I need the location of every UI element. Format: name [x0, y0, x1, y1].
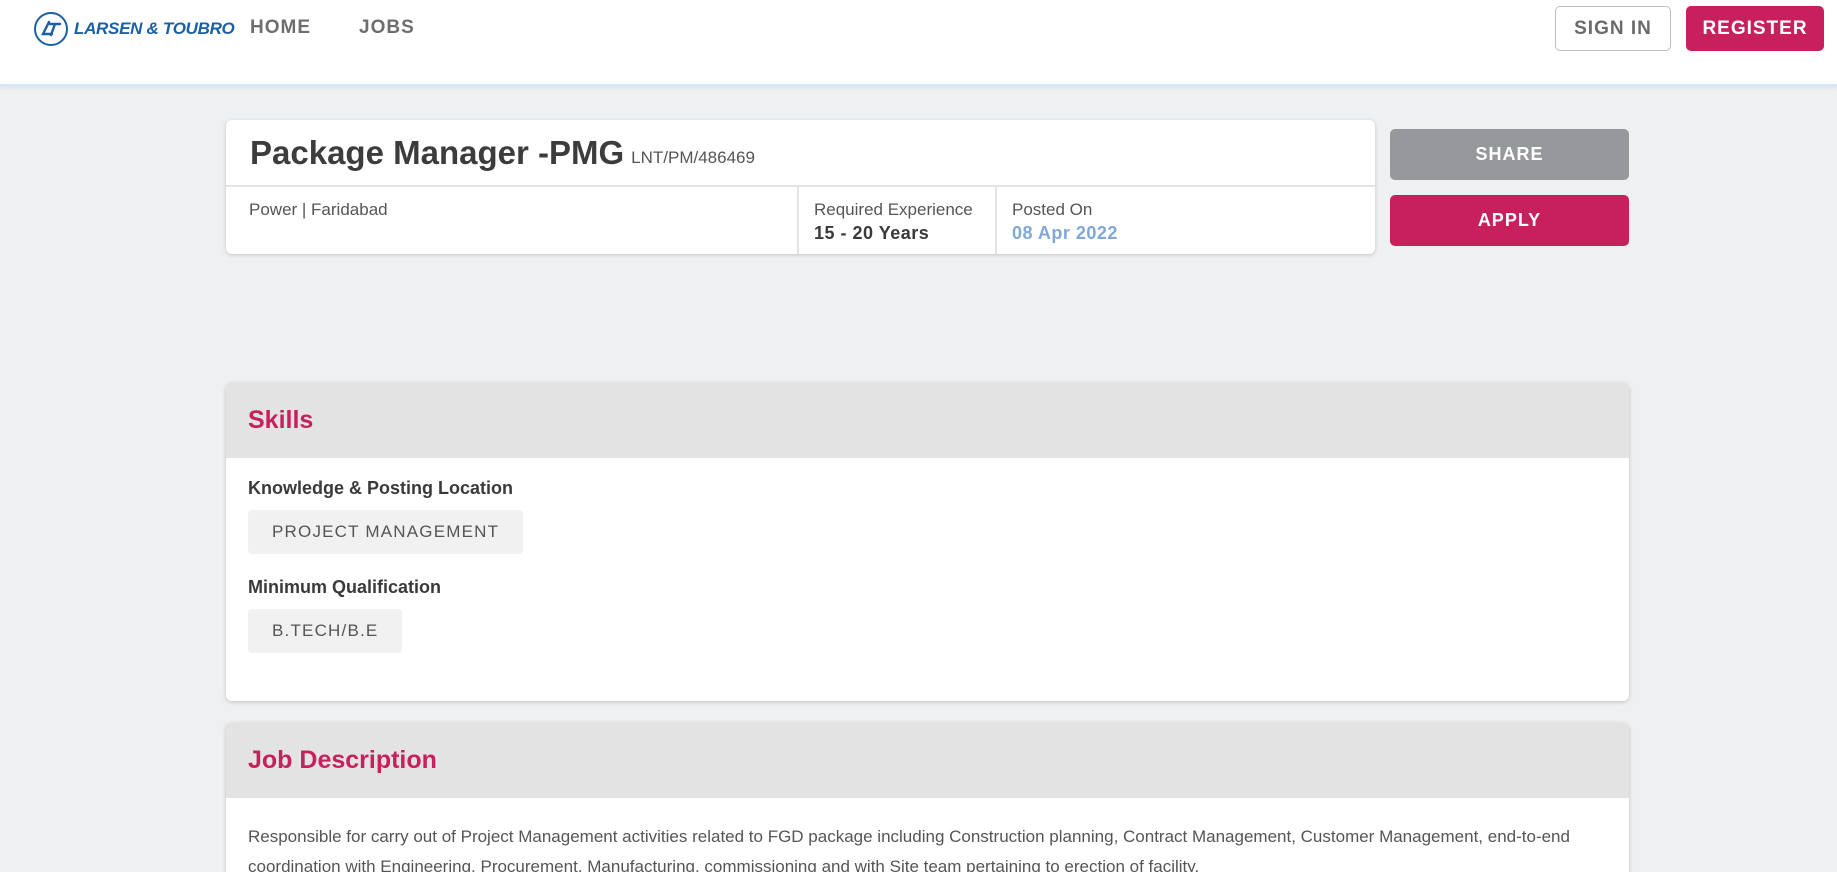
posted-cell: Posted On 08 Apr 2022 [997, 187, 1375, 254]
lt-logo-icon [34, 12, 68, 46]
job-description-title: Job Description [248, 746, 437, 774]
sign-in-button[interactable]: SIGN IN [1555, 6, 1671, 51]
job-description-text: Responsible for carry out of Project Man… [248, 827, 1570, 872]
posted-label: Posted On [1012, 200, 1093, 219]
register-button[interactable]: REGISTER [1686, 6, 1824, 51]
nav-home[interactable]: HOME [250, 17, 311, 39]
apply-button[interactable]: APPLY [1390, 195, 1629, 246]
location-cell: Power | Faridabad [226, 187, 799, 254]
experience-cell: Required Experience 15 - 20 Years [799, 187, 997, 254]
skill-group-label: Knowledge & Posting Location [248, 478, 513, 498]
job-location: Power | Faridabad [249, 200, 388, 219]
skills-body: Knowledge & Posting Location PROJECT MAN… [226, 458, 1629, 653]
share-button[interactable]: SHARE [1390, 129, 1629, 180]
experience-value: 15 - 20 Years [814, 223, 930, 243]
job-code: LNT/PM/486469 [631, 147, 755, 167]
skills-header: Skills [226, 383, 1629, 458]
skill-tag: B.TECH/B.E [248, 609, 403, 653]
skills-section: Skills Knowledge & Posting Location PROJ… [226, 383, 1629, 701]
experience-label: Required Experience [814, 200, 973, 219]
company-logo[interactable]: LARSEN & TOUBRO [34, 11, 235, 47]
job-summary-card: Package Manager -PMG LNT/PM/486469 Power… [226, 120, 1375, 254]
nav-jobs[interactable]: JOBS [359, 17, 415, 39]
logo-text: LARSEN & TOUBRO [74, 19, 235, 38]
job-description-header: Job Description [226, 723, 1629, 798]
posted-date: 08 Apr 2022 [1012, 223, 1118, 243]
job-title: Package Manager -PMG [250, 133, 625, 171]
skills-title: Skills [248, 406, 314, 434]
skill-group-label: Minimum Qualification [248, 577, 442, 597]
skill-group: Minimum Qualification B.TECH/B.E [248, 577, 1607, 653]
job-meta-row: Power | Faridabad Required Experience 15… [226, 187, 1375, 254]
job-title-row: Package Manager -PMG LNT/PM/486469 [226, 120, 1375, 187]
top-navbar: LARSEN & TOUBRO HOME JOBS SIGN IN REGIST… [0, 0, 1837, 86]
job-description-section: Job Description Responsible for carry ou… [226, 723, 1629, 872]
skill-tag: PROJECT MANAGEMENT [248, 510, 524, 554]
skill-group: Knowledge & Posting Location PROJECT MAN… [248, 478, 1607, 554]
